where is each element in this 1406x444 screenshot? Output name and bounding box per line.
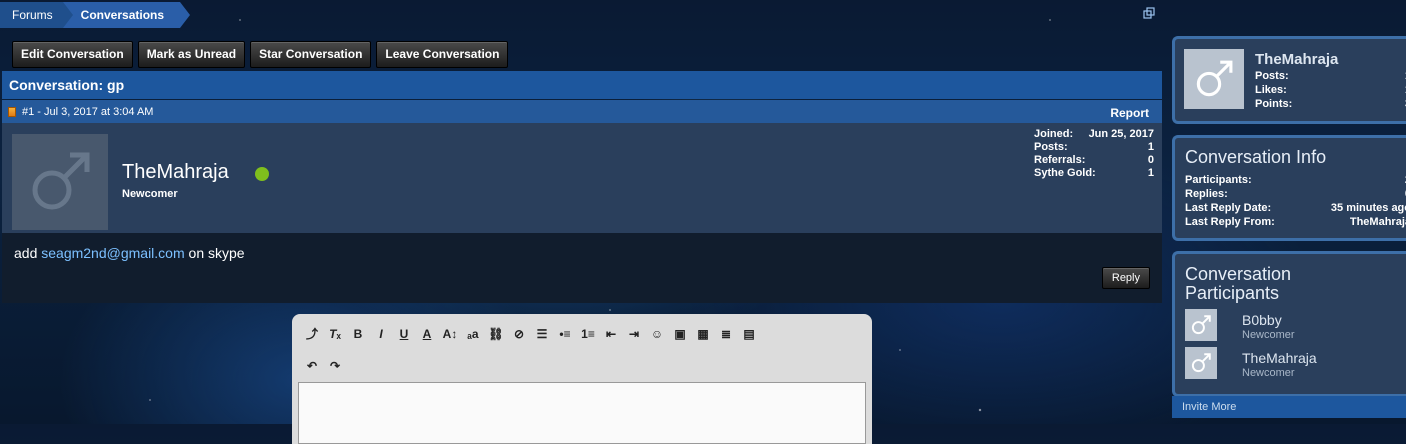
edit-conversation-button[interactable]: Edit Conversation: [12, 41, 133, 68]
stat-sythe-gold: Sythe Gold: 1: [1034, 167, 1154, 179]
save-icon[interactable]: ▤: [739, 324, 759, 344]
italic-icon[interactable]: I: [371, 324, 391, 344]
sidebar-profile: TheMahraja Posts:1 Likes:1 Points:3: [1172, 36, 1406, 124]
reply-editor: ⤴ Tₓ B I U A A↕ ₐa ⛓ ⊘ ☰ •≡ 1≡ ⇤ ⇥ ☺ ▣ ▦…: [292, 314, 872, 444]
male-symbol-icon: [1191, 353, 1211, 373]
male-symbol-icon: [1191, 315, 1211, 335]
leave-conversation-button[interactable]: Leave Conversation: [376, 41, 509, 68]
participants-heading: Conversation Participants: [1185, 264, 1292, 303]
stat-posts: Posts: 1: [1034, 141, 1154, 153]
sidebar-profile-stats: Posts:1 Likes:1 Points:3: [1255, 70, 1406, 110]
undo-icon[interactable]: ↶: [302, 356, 322, 376]
participant-title: Newcomer: [1242, 367, 1295, 379]
conversation-actions: Edit Conversation Mark as Unread Star Co…: [12, 41, 509, 68]
participant-title: Newcomer: [1242, 329, 1295, 341]
bold-icon[interactable]: B: [348, 324, 368, 344]
expand-icon[interactable]: [1143, 7, 1155, 19]
sidebar-conversation-info: Conversation Info Participants:2 Replies…: [1172, 135, 1406, 241]
image-icon[interactable]: ▣: [670, 324, 690, 344]
post-permalink[interactable]: #1 - Jul 3, 2017 at 3:04 AM: [22, 106, 153, 118]
invite-more-link[interactable]: Invite More: [1172, 396, 1406, 418]
conversation-title: Conversation: gp: [9, 77, 125, 93]
breadcrumb: Forums Conversations: [0, 2, 191, 28]
user-stats: Joined: Jun 25, 2017 Posts: 1 Referrals: 0 …: [1034, 128, 1154, 180]
avatar[interactable]: [12, 134, 108, 230]
report-link[interactable]: Report: [1110, 106, 1149, 120]
star-conversation-button[interactable]: Star Conversation: [250, 41, 372, 68]
reply-button[interactable]: Reply: [1101, 267, 1150, 289]
bullet-list-icon[interactable]: •≡: [555, 324, 575, 344]
sidebar-username[interactable]: TheMahraja: [1255, 51, 1338, 68]
mark-unread-button[interactable]: Mark as Unread: [137, 41, 246, 68]
participant-name[interactable]: TheMahraja: [1242, 350, 1317, 366]
unlink-icon[interactable]: ⊘: [509, 324, 529, 344]
outdent-icon[interactable]: ⇤: [601, 324, 621, 344]
message-user-info: TheMahraja Newcomer Joined: Jun 25, 2017 …: [2, 123, 1162, 233]
underline-icon[interactable]: U: [394, 324, 414, 344]
message-text: add seagm2nd@gmail.com on skype: [14, 245, 245, 261]
numbered-list-icon[interactable]: 1≡: [578, 324, 598, 344]
conversation-info-rows: Participants:2 Replies:0 Last Reply Date…: [1185, 174, 1406, 228]
font-family-icon[interactable]: ₐa: [463, 324, 483, 344]
male-symbol-icon: [32, 152, 90, 210]
font-size-icon[interactable]: A↕: [440, 324, 460, 344]
smiley-icon[interactable]: ☺: [647, 324, 667, 344]
font-color-icon[interactable]: A: [417, 324, 437, 344]
indent-icon[interactable]: ⇥: [624, 324, 644, 344]
sidebar-avatar[interactable]: [1184, 49, 1244, 109]
conversation-header: Conversation: gp: [2, 71, 1162, 99]
editor-history: ↶ ↷: [302, 356, 345, 376]
participant-name[interactable]: B0bby: [1242, 312, 1282, 328]
participant-avatar[interactable]: [1185, 347, 1217, 379]
online-indicator: [255, 167, 269, 181]
breadcrumb-conversations[interactable]: Conversations: [62, 2, 191, 28]
stat-joined: Joined: Jun 25, 2017: [1034, 128, 1154, 140]
breadcrumb-forums[interactable]: Forums: [0, 2, 73, 28]
reply-textarea[interactable]: [298, 382, 866, 444]
redo-icon[interactable]: ↷: [325, 356, 345, 376]
user-title: Newcomer: [122, 188, 178, 200]
remove-format-icon[interactable]: ⤴: [302, 324, 322, 344]
sidebar-participants: Conversation Participants B0bby Newcomer…: [1172, 251, 1406, 397]
media-icon[interactable]: ▦: [693, 324, 713, 344]
link-icon[interactable]: ⛓: [486, 324, 506, 344]
editor-toolbar: ⤴ Tₓ B I U A A↕ ₐa ⛓ ⊘ ☰ •≡ 1≡ ⇤ ⇥ ☺ ▣ ▦…: [302, 324, 759, 344]
post-icon: [8, 107, 16, 117]
conversation-info-heading: Conversation Info: [1185, 147, 1327, 167]
clear-format-icon[interactable]: Tₓ: [325, 324, 345, 344]
insert-icon[interactable]: ≣: [716, 324, 736, 344]
participant-avatar[interactable]: [1185, 309, 1217, 341]
message-bar: #1 - Jul 3, 2017 at 3:04 AM Report: [2, 100, 1162, 123]
username[interactable]: TheMahraja: [122, 161, 229, 184]
stat-referrals: Referrals: 0: [1034, 154, 1154, 166]
male-symbol-icon: [1196, 60, 1233, 97]
email-link[interactable]: seagm2nd@gmail.com: [41, 245, 184, 261]
align-icon[interactable]: ☰: [532, 324, 552, 344]
message-body: add seagm2nd@gmail.com on skype Reply: [2, 233, 1162, 303]
